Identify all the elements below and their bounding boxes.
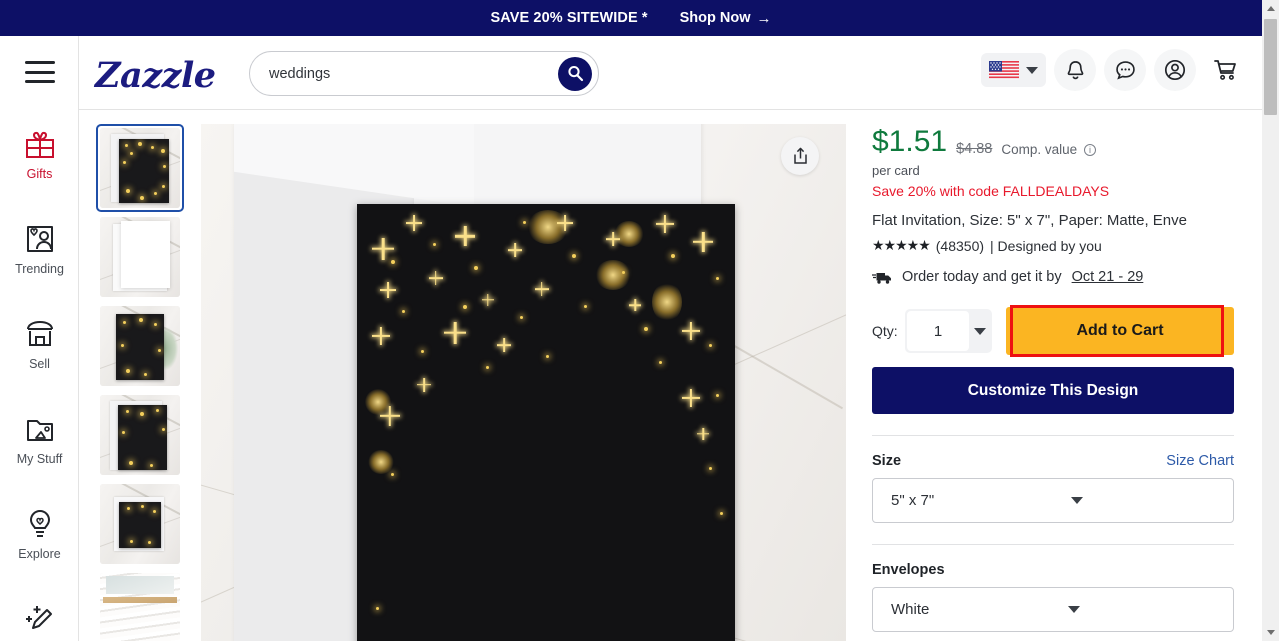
search-bar — [249, 51, 599, 96]
rating-row: ★★★★★ (48350) | Designed by you — [872, 237, 1234, 254]
sidebar-item-label: Explore — [18, 547, 61, 561]
size-option-title: Size — [872, 453, 902, 469]
thumb-card-with-plant[interactable] — [96, 302, 184, 390]
search-button[interactable] — [558, 56, 592, 91]
sidebar-item-my-stuff[interactable]: My Stuff — [0, 404, 79, 499]
per-unit-label: per card — [872, 163, 920, 178]
price-row: $1.51 $4.88 Comp. value i — [872, 127, 1234, 157]
bell-icon — [1067, 60, 1083, 79]
designer-label: | Designed by you — [990, 237, 1102, 254]
lightbulb-heart-icon — [29, 509, 50, 537]
product-title: Flat Invitation, Size: 5" x 7", Paper: M… — [872, 212, 1187, 229]
storefront-icon — [26, 320, 53, 346]
delivery-truck-icon — [872, 272, 891, 284]
size-option-header: Size Size Chart — [872, 453, 1234, 469]
locale-selector[interactable] — [981, 53, 1046, 87]
product-image-stage[interactable] — [201, 124, 846, 641]
shipping-prefix: Order today and get it by — [902, 269, 1062, 285]
envelopes-select-value: White — [891, 601, 930, 618]
sidebar-item-create[interactable] — [0, 594, 79, 641]
create-design-pencil-icon — [25, 606, 52, 629]
size-select-value: 5" x 7" — [891, 492, 935, 509]
add-to-cart-wrapper: Add to Cart — [1006, 305, 1234, 357]
divider — [872, 435, 1234, 436]
share-button[interactable] — [781, 137, 819, 175]
thumbnail-strip[interactable] — [96, 124, 200, 641]
scrollbar-thumb[interactable] — [1264, 19, 1277, 115]
sidebar-item-label: Sell — [29, 357, 50, 371]
info-icon[interactable]: i — [1083, 144, 1096, 156]
search-input[interactable] — [250, 65, 558, 82]
account-button[interactable] — [1154, 49, 1196, 91]
chat-bubble-icon — [1115, 60, 1135, 79]
hamburger-menu-icon[interactable] — [25, 61, 55, 83]
thumb-paper-stack[interactable] — [96, 569, 184, 641]
chevron-down-icon — [1068, 606, 1081, 613]
shipping-row: Order today and get it by Oct 21 - 29 — [872, 269, 1234, 285]
cart-icon — [1214, 60, 1236, 80]
comp-value-price: $4.88 — [956, 141, 993, 157]
scroll-down-arrow-icon[interactable] — [1262, 624, 1279, 641]
page-root: SAVE 20% SITEWIDE * Shop Now → Gifts Tre… — [0, 0, 1279, 641]
page-scrollbar[interactable] — [1262, 0, 1279, 641]
chevron-down-icon — [974, 327, 987, 335]
sidebar-item-list: Gifts Trending Sell My Stuff Explore — [0, 119, 79, 641]
star-rating-icon: ★★★★★ — [872, 237, 931, 253]
divider — [872, 544, 1234, 545]
zazzle-logo[interactable]: Zazzle — [95, 55, 216, 96]
sidebar-item-label: My Stuff — [16, 452, 63, 466]
sidebar-item-trending[interactable]: Trending — [0, 214, 79, 309]
quantity-and-cart-row: Qty: 1 Add to Cart — [872, 305, 1234, 357]
chevron-down-icon — [1070, 497, 1083, 504]
folder-image-icon — [26, 420, 53, 441]
quantity-stepper[interactable]: 1 — [904, 309, 992, 353]
product-price: $1.51 — [872, 125, 948, 158]
envelopes-option-header: Envelopes — [872, 562, 1234, 578]
promo-banner: SAVE 20% SITEWIDE * Shop Now → — [0, 0, 1262, 36]
scroll-up-arrow-icon[interactable] — [1262, 0, 1279, 17]
sidebar-item-gifts[interactable]: Gifts — [0, 119, 79, 214]
sidebar-item-sell[interactable]: Sell — [0, 309, 79, 404]
comp-value-label: Comp. value i — [1001, 142, 1096, 157]
add-to-cart-button[interactable]: Add to Cart — [1006, 307, 1234, 355]
thumb-blank-envelope[interactable] — [96, 213, 184, 301]
sidebar-item-explore[interactable]: Explore — [0, 499, 79, 594]
thumb-card-envelope-angle[interactable] — [96, 391, 184, 479]
account-icon — [1164, 59, 1186, 81]
promo-banner-text: SAVE 20% SITEWIDE * — [490, 10, 648, 26]
gift-icon — [25, 131, 54, 158]
product-card-image — [357, 204, 735, 641]
thumb-card-flatlay[interactable] — [96, 480, 184, 568]
promo-shop-now-label: Shop Now — [679, 10, 751, 26]
quantity-value: 1 — [906, 311, 969, 351]
site-header: Zazzle — [79, 36, 1262, 110]
quantity-label: Qty: — [872, 323, 898, 339]
envelopes-select[interactable]: White — [872, 587, 1234, 632]
sidebar-item-label: Gifts — [26, 167, 53, 181]
trending-person-icon — [26, 226, 53, 252]
us-flag-icon — [989, 60, 1019, 80]
review-count[interactable]: (48350) — [936, 238, 984, 254]
promo-shop-now-link[interactable]: Shop Now → — [680, 10, 772, 26]
product-info-panel: $1.51 $4.88 Comp. value i per card Save … — [862, 110, 1262, 641]
size-chart-link[interactable]: Size Chart — [1166, 453, 1234, 469]
comp-value-text: Comp. value — [1001, 142, 1078, 157]
promo-code-text: Save 20% with code FALLDEALDAYS — [872, 183, 1110, 199]
messages-button[interactable] — [1104, 49, 1146, 91]
arrow-right-icon: → — [756, 9, 772, 27]
envelopes-option-title: Envelopes — [872, 562, 945, 578]
thumb-card-front-envelope[interactable] — [96, 124, 184, 212]
notifications-button[interactable] — [1054, 49, 1096, 91]
shipping-date[interactable]: Oct 21 - 29 — [1072, 269, 1144, 285]
customize-design-button[interactable]: Customize This Design — [872, 367, 1234, 414]
header-icon-group — [981, 49, 1246, 91]
sidebar-item-label: Trending — [15, 262, 64, 276]
left-sidebar: Gifts Trending Sell My Stuff Explore — [0, 36, 79, 641]
size-select[interactable]: 5" x 7" — [872, 478, 1234, 523]
share-icon — [793, 147, 807, 164]
chevron-down-icon — [1026, 66, 1038, 74]
search-icon — [567, 66, 583, 82]
cart-button[interactable] — [1204, 49, 1246, 91]
